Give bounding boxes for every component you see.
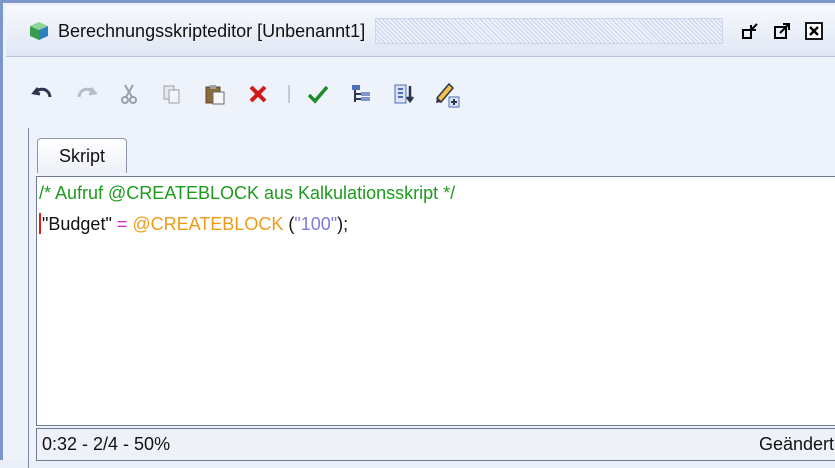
code-statement-line: "Budget" = @CREATEBLOCK ("100");	[39, 213, 348, 235]
paste-icon[interactable]	[200, 79, 230, 109]
insert-function-icon[interactable]	[389, 79, 419, 109]
toolbar	[6, 63, 835, 125]
code-comment-line: /* Aufruf @CREATEBLOCK aus Kalkulationss…	[39, 183, 456, 203]
modified-status: Geändert	[758, 434, 834, 454]
app-cube-icon	[30, 22, 48, 40]
minimize-window-icon[interactable]	[739, 20, 761, 42]
cursor-position-status: 0:32 - 2/4 - 50%	[42, 434, 171, 454]
window-title: Berechnungsskripteditor [Unbenannt1]	[58, 20, 366, 41]
script-editor-window: Berechnungsskripteditor [Unbenannt1] Skr…	[0, 0, 835, 468]
title-bar: Berechnungsskripteditor [Unbenannt1]	[6, 6, 835, 57]
script-editor[interactable]: /* Aufruf @CREATEBLOCK aus Kalkulationss…	[36, 176, 835, 426]
title-grip	[375, 18, 723, 44]
edit-pencil-icon[interactable]	[432, 79, 462, 109]
code-string-arg: "100"	[294, 214, 338, 234]
maximize-window-icon[interactable]	[771, 20, 793, 42]
code-open-paren: (	[283, 214, 295, 234]
validate-icon[interactable]	[303, 79, 333, 109]
delete-icon[interactable]	[243, 79, 273, 109]
undo-icon[interactable]	[28, 79, 58, 109]
close-window-icon[interactable]	[803, 20, 825, 42]
copy-icon[interactable]	[157, 79, 187, 109]
editor-panel: Skript /* Aufruf @CREATEBLOCK aus Kalkul…	[28, 128, 835, 468]
redo-icon[interactable]	[71, 79, 101, 109]
code-target: "Budget"	[42, 214, 117, 234]
cut-icon[interactable]	[114, 79, 144, 109]
code-function: @CREATEBLOCK	[127, 214, 284, 234]
code-close: );	[337, 214, 349, 234]
tab-skript[interactable]: Skript	[37, 138, 127, 173]
code-operator: =	[116, 214, 128, 234]
text-cursor	[39, 213, 41, 234]
status-bar: 0:32 - 2/4 - 50% Geändert	[36, 428, 835, 461]
tab-label: Skript	[58, 145, 105, 166]
member-tree-icon[interactable]	[346, 79, 376, 109]
toolbar-separator	[288, 85, 290, 103]
